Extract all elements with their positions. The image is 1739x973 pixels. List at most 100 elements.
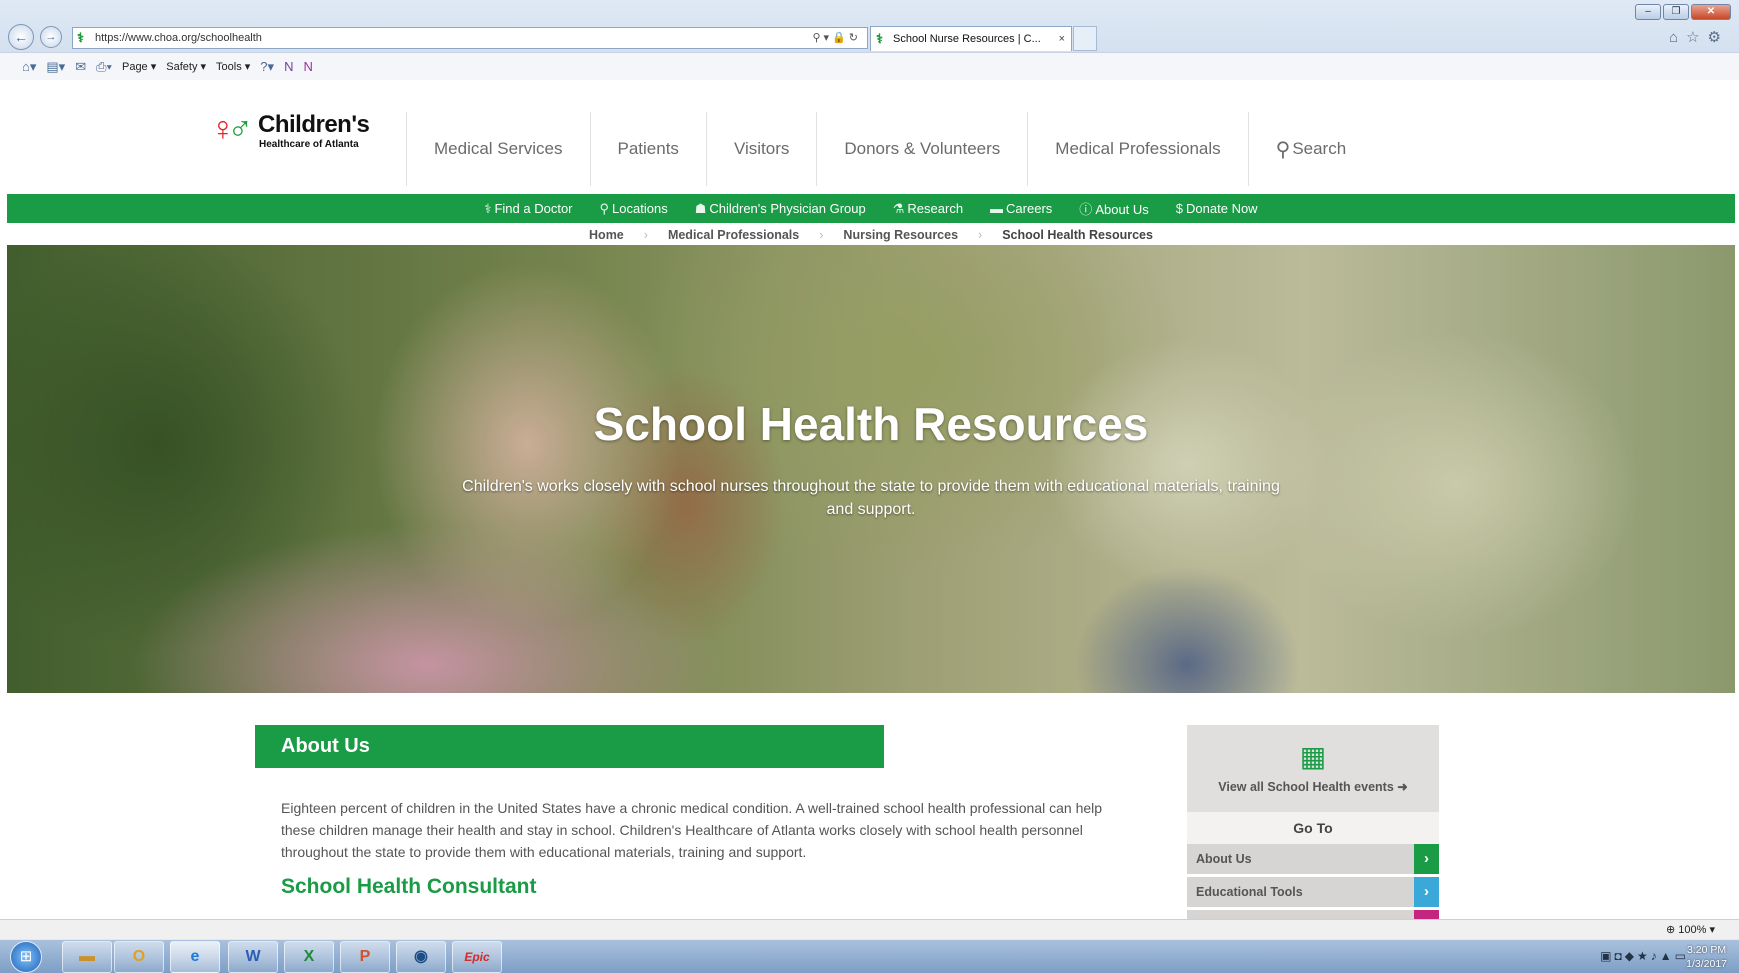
crumb-medical-professionals[interactable]: Medical Professionals	[668, 228, 799, 242]
taskbar-powerpoint-icon[interactable]: P	[340, 941, 390, 973]
util-label: Donate Now	[1186, 201, 1258, 216]
chevron-right-icon: ›	[1414, 910, 1439, 919]
info-icon: ⓘ	[1079, 202, 1093, 217]
events-link-label: View all School Health events	[1218, 780, 1394, 794]
tab-close-icon[interactable]: ×	[1059, 27, 1065, 51]
tray-star-icon[interactable]: ★	[1637, 949, 1651, 963]
util-donate-now[interactable]: $ Donate Now	[1176, 201, 1258, 216]
crumb-current: School Health Resources	[1002, 228, 1153, 242]
nav-patients[interactable]: Patients	[591, 112, 707, 186]
util-label: Careers	[1006, 201, 1053, 216]
util-find-doctor[interactable]: ⚕ Find a Doctor	[484, 201, 572, 217]
util-label: Research	[907, 200, 964, 216]
safety-menu[interactable]: Safety ▾	[166, 60, 206, 73]
tray-lock-icon[interactable]: ▲	[1660, 949, 1675, 963]
taskbar-word-icon[interactable]: W	[228, 941, 278, 973]
flask-icon: ⚗	[892, 200, 905, 216]
settings-gear-icon[interactable]: ⚙	[1708, 29, 1729, 46]
arrow-circle-icon: ➜	[1397, 780, 1408, 794]
crumb-separator-icon: ›	[643, 228, 648, 242]
window-controls: – ❐ ✕	[1635, 4, 1731, 20]
feeds-icon[interactable]: ▤▾	[46, 59, 65, 75]
nav-search[interactable]: ⚲ Search	[1249, 112, 1374, 186]
restore-button[interactable]: ❐	[1663, 4, 1689, 20]
util-label: Find a Doctor	[494, 200, 573, 216]
section-heading: About Us	[255, 725, 884, 768]
help-icon[interactable]: ?▾	[260, 59, 274, 75]
onenote-icon[interactable]: N	[284, 59, 293, 74]
system-tray: ▣◘◆★♪▲▭	[1600, 949, 1689, 963]
address-bar[interactable]: ⚕ https://www.choa.org/schoolhealth ⚲▾🔒↻	[72, 27, 868, 49]
forward-button[interactable]: →	[40, 26, 62, 48]
hero-subtitle: Children's works closely with school nur…	[462, 478, 1280, 518]
taskbar-skype-icon[interactable]: ◉	[396, 941, 446, 973]
about-paragraph: Eighteen percent of children in the Unit…	[281, 800, 1103, 860]
util-research[interactable]: ⚗ Research	[893, 201, 963, 217]
site-logo[interactable]: ♀♂ Children's Healthcare of Atlanta	[210, 109, 385, 153]
crumb-home[interactable]: Home	[589, 228, 624, 242]
main-nav: Medical Services Patients Visitors Donor…	[406, 112, 1373, 186]
onenote-linked-icon[interactable]: N	[303, 59, 312, 74]
crumb-separator-icon: ›	[978, 228, 983, 242]
tab-title: School Nurse Resources | C...	[893, 33, 1041, 45]
events-link[interactable]: View all School Health events ➜	[1187, 779, 1439, 794]
nav-medical-services[interactable]: Medical Services	[406, 112, 591, 186]
minimize-button[interactable]: –	[1635, 4, 1661, 20]
zoom-level: 100%	[1678, 924, 1707, 936]
mail-icon[interactable]: ✉	[75, 59, 86, 75]
goto-educational-tools[interactable]: Educational Tools ›	[1187, 877, 1439, 907]
browser-tab[interactable]: ⚕ School Nurse Resources | C... ×	[870, 26, 1072, 51]
goto-next-link[interactable]: ›	[1187, 910, 1439, 919]
back-button[interactable]: ←	[8, 24, 34, 50]
goto-label: Go To	[1187, 812, 1439, 844]
home-icon[interactable]: ⌂	[1669, 29, 1686, 46]
util-locations[interactable]: ⚲ Locations	[600, 201, 668, 217]
chevron-down-icon: ▾	[1709, 924, 1715, 936]
close-window-button[interactable]: ✕	[1691, 4, 1731, 20]
web-page: ♀♂ Children's Healthcare of Atlanta Medi…	[7, 81, 1735, 919]
address-url: https://www.choa.org/schoolhealth	[95, 32, 262, 44]
stethoscope-icon: ⚕	[484, 200, 492, 216]
taskbar-ie-icon[interactable]: e	[170, 941, 220, 973]
address-tools-icon[interactable]: ⚲▾🔒↻	[813, 28, 862, 48]
tools-menu[interactable]: Tools ▾	[216, 60, 250, 73]
logo-name: Children's	[258, 111, 370, 138]
logo-figures-icon: ♀♂	[210, 110, 253, 148]
taskbar-explorer-icon[interactable]: ▬	[62, 941, 112, 973]
crumb-separator-icon: ›	[819, 228, 824, 242]
nav-donors-volunteers[interactable]: Donors & Volunteers	[817, 112, 1029, 186]
taskbar-excel-icon[interactable]: X	[284, 941, 334, 973]
util-physician-group[interactable]: ☗ Children's Physician Group	[695, 201, 866, 217]
desktop-window: – ❐ ✕ ← → ⚕ https://www.choa.org/schoolh…	[0, 0, 1739, 973]
new-tab-button[interactable]	[1073, 26, 1097, 51]
favorites-star-icon[interactable]: ☆	[1686, 29, 1707, 46]
tray-security-icon[interactable]: ◆	[1625, 949, 1637, 963]
util-about-us[interactable]: ⓘ About Us	[1079, 199, 1149, 218]
taskbar-clock[interactable]: 3:20 PM 1/3/2017	[1686, 943, 1727, 971]
chevron-right-icon: ›	[1414, 844, 1439, 874]
tray-outlook-icon[interactable]: ◘	[1615, 949, 1625, 963]
page-title: School Health Resources	[593, 398, 1149, 450]
util-careers[interactable]: ▬ Careers	[990, 201, 1052, 216]
zoom-control[interactable]: ⊕ 100% ▾	[1666, 923, 1715, 936]
taskbar-outlook-icon[interactable]: O	[114, 941, 164, 973]
nav-visitors[interactable]: Visitors	[707, 112, 818, 186]
goto-about-us[interactable]: About Us ›	[1187, 844, 1439, 874]
sidebar: ▦ View all School Health events ➜ Go To …	[1187, 725, 1439, 919]
util-label: Children's Physician Group	[709, 200, 866, 216]
dollar-icon: $	[1175, 201, 1184, 216]
tray-network-icon[interactable]: ▣	[1600, 949, 1614, 963]
home-cmd-icon[interactable]: ⌂▾	[22, 59, 36, 75]
crumb-nursing-resources[interactable]: Nursing Resources	[843, 228, 958, 242]
print-icon[interactable]: ⎙▾	[96, 59, 112, 75]
zoom-icon: ⊕	[1665, 924, 1676, 936]
page-menu[interactable]: Page ▾	[122, 60, 156, 73]
tray-speaker-icon[interactable]: ♪	[1651, 949, 1660, 963]
utility-nav: ⚕ Find a Doctor ⚲ Locations ☗ Children's Ph…	[7, 194, 1735, 223]
nav-medical-professionals[interactable]: Medical Professionals	[1028, 112, 1249, 186]
status-bar: ⊕ 100% ▾	[0, 919, 1739, 939]
taskbar-epic-icon[interactable]: Epic	[452, 941, 502, 973]
events-panel[interactable]: ▦ View all School Health events ➜	[1187, 725, 1439, 812]
clock-time: 3:20 PM	[1687, 944, 1727, 956]
start-button[interactable]: ⊞	[10, 941, 42, 973]
